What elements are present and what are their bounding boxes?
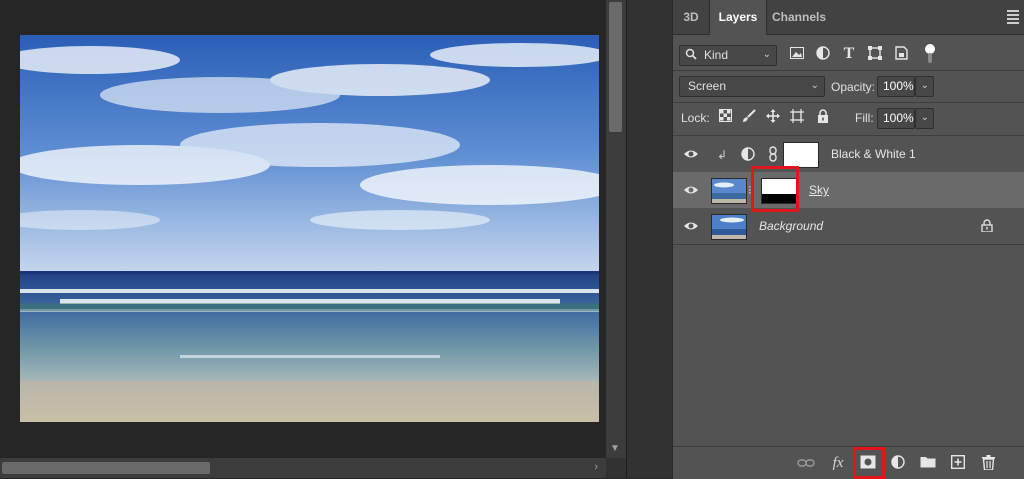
vertical-scrollbar[interactable]: ▼ bbox=[606, 0, 626, 458]
beach-photo bbox=[20, 35, 599, 422]
layer-image-thumbnail[interactable] bbox=[711, 214, 747, 240]
new-group-icon[interactable] bbox=[919, 455, 937, 471]
layer-image-thumbnail[interactable] bbox=[711, 178, 747, 204]
lock-all-icon[interactable] bbox=[815, 109, 831, 125]
horizontal-scrollbar[interactable]: › bbox=[0, 458, 606, 478]
scroll-right-arrow-icon[interactable]: › bbox=[594, 461, 598, 473]
tab-channels[interactable]: Channels bbox=[767, 0, 831, 34]
link-layers-icon[interactable] bbox=[797, 455, 815, 471]
layer-name[interactable]: Background bbox=[759, 219, 823, 233]
adjustment-filter-icon[interactable] bbox=[815, 46, 831, 62]
vertical-scroll-thumb[interactable] bbox=[609, 2, 622, 132]
mask-thumbnail-highlight bbox=[751, 166, 799, 212]
scroll-corner bbox=[606, 458, 626, 478]
chevron-down-icon: ⌄ bbox=[920, 80, 929, 91]
fill-dropdown[interactable]: ⌄ bbox=[915, 108, 934, 129]
blend-mode-select[interactable]: Screen ⌄ bbox=[679, 76, 825, 97]
layer-row-background[interactable]: Background bbox=[673, 208, 1024, 244]
visibility-eye-icon[interactable] bbox=[683, 146, 699, 162]
lock-artboard-icon[interactable] bbox=[789, 109, 805, 125]
type-filter-icon[interactable]: T bbox=[841, 46, 857, 62]
visibility-eye-icon[interactable] bbox=[683, 218, 699, 234]
fill-value: 100% bbox=[883, 111, 914, 125]
layer-row-sky[interactable]: ⁝ Sky bbox=[673, 172, 1024, 208]
new-fill-adjustment-icon[interactable] bbox=[889, 455, 907, 471]
opacity-dropdown[interactable]: ⌄ bbox=[915, 76, 934, 97]
tab-3d[interactable]: 3D bbox=[673, 0, 709, 34]
lock-transparent-pixels-icon[interactable] bbox=[717, 109, 733, 125]
layer-name[interactable]: Sky bbox=[809, 183, 829, 197]
smart-object-filter-icon[interactable] bbox=[893, 46, 909, 62]
filter-kind-select[interactable]: Kind ⌄ bbox=[679, 45, 777, 66]
canvas-area[interactable] bbox=[0, 0, 606, 458]
adjustment-layer-icon bbox=[741, 147, 755, 166]
new-layer-icon[interactable] bbox=[949, 454, 967, 471]
filter-kind-label: Kind bbox=[704, 48, 729, 62]
document-canvas-image[interactable] bbox=[20, 35, 599, 422]
opacity-value: 100% bbox=[883, 79, 914, 93]
panel-gutter bbox=[626, 0, 673, 478]
clipping-arrow-icon: ↲ bbox=[717, 148, 728, 162]
layers-panel-footer: fx bbox=[673, 446, 1024, 479]
lock-image-pixels-icon[interactable] bbox=[741, 109, 757, 125]
lock-position-icon[interactable] bbox=[765, 109, 781, 125]
opacity-field[interactable]: 100% bbox=[877, 76, 915, 97]
layer-lock-icon[interactable] bbox=[981, 219, 993, 233]
search-icon bbox=[685, 48, 697, 63]
mask-link-chain-icon[interactable] bbox=[768, 146, 778, 167]
scroll-down-arrow-icon[interactable]: ▼ bbox=[610, 443, 620, 454]
layer-mask-thumbnail[interactable] bbox=[783, 142, 819, 168]
filter-toggle-switch[interactable] bbox=[925, 44, 935, 64]
chevron-down-icon: ⌄ bbox=[920, 112, 929, 123]
delete-layer-icon[interactable] bbox=[979, 455, 997, 471]
add-mask-highlight bbox=[853, 447, 885, 479]
shape-filter-icon[interactable] bbox=[867, 46, 883, 62]
lock-label: Lock: bbox=[681, 111, 710, 125]
layer-name[interactable]: Black & White 1 bbox=[831, 147, 916, 161]
fill-label: Fill: bbox=[855, 111, 874, 125]
layer-row-black-white-1[interactable]: ↲ Black & White 1 bbox=[673, 136, 1024, 172]
fill-field[interactable]: 100% bbox=[877, 108, 915, 129]
chevron-down-icon: ⌄ bbox=[810, 80, 819, 91]
layers-panel: 3D Layers Channels Kind ⌄ T Screen ⌄ Opa… bbox=[672, 0, 1024, 479]
panel-menu-icon[interactable] bbox=[1007, 10, 1019, 26]
image-filter-icon[interactable] bbox=[789, 46, 805, 62]
chevron-down-icon: ⌄ bbox=[762, 49, 771, 60]
panel-tabs: 3D Layers Channels bbox=[673, 0, 1024, 35]
visibility-eye-icon[interactable] bbox=[683, 182, 699, 198]
fx-icon[interactable]: fx bbox=[829, 455, 847, 471]
horizontal-scroll-thumb[interactable] bbox=[2, 462, 210, 474]
blend-mode-value: Screen bbox=[688, 79, 727, 93]
opacity-label: Opacity: bbox=[831, 80, 876, 94]
tab-layers[interactable]: Layers bbox=[709, 0, 767, 35]
